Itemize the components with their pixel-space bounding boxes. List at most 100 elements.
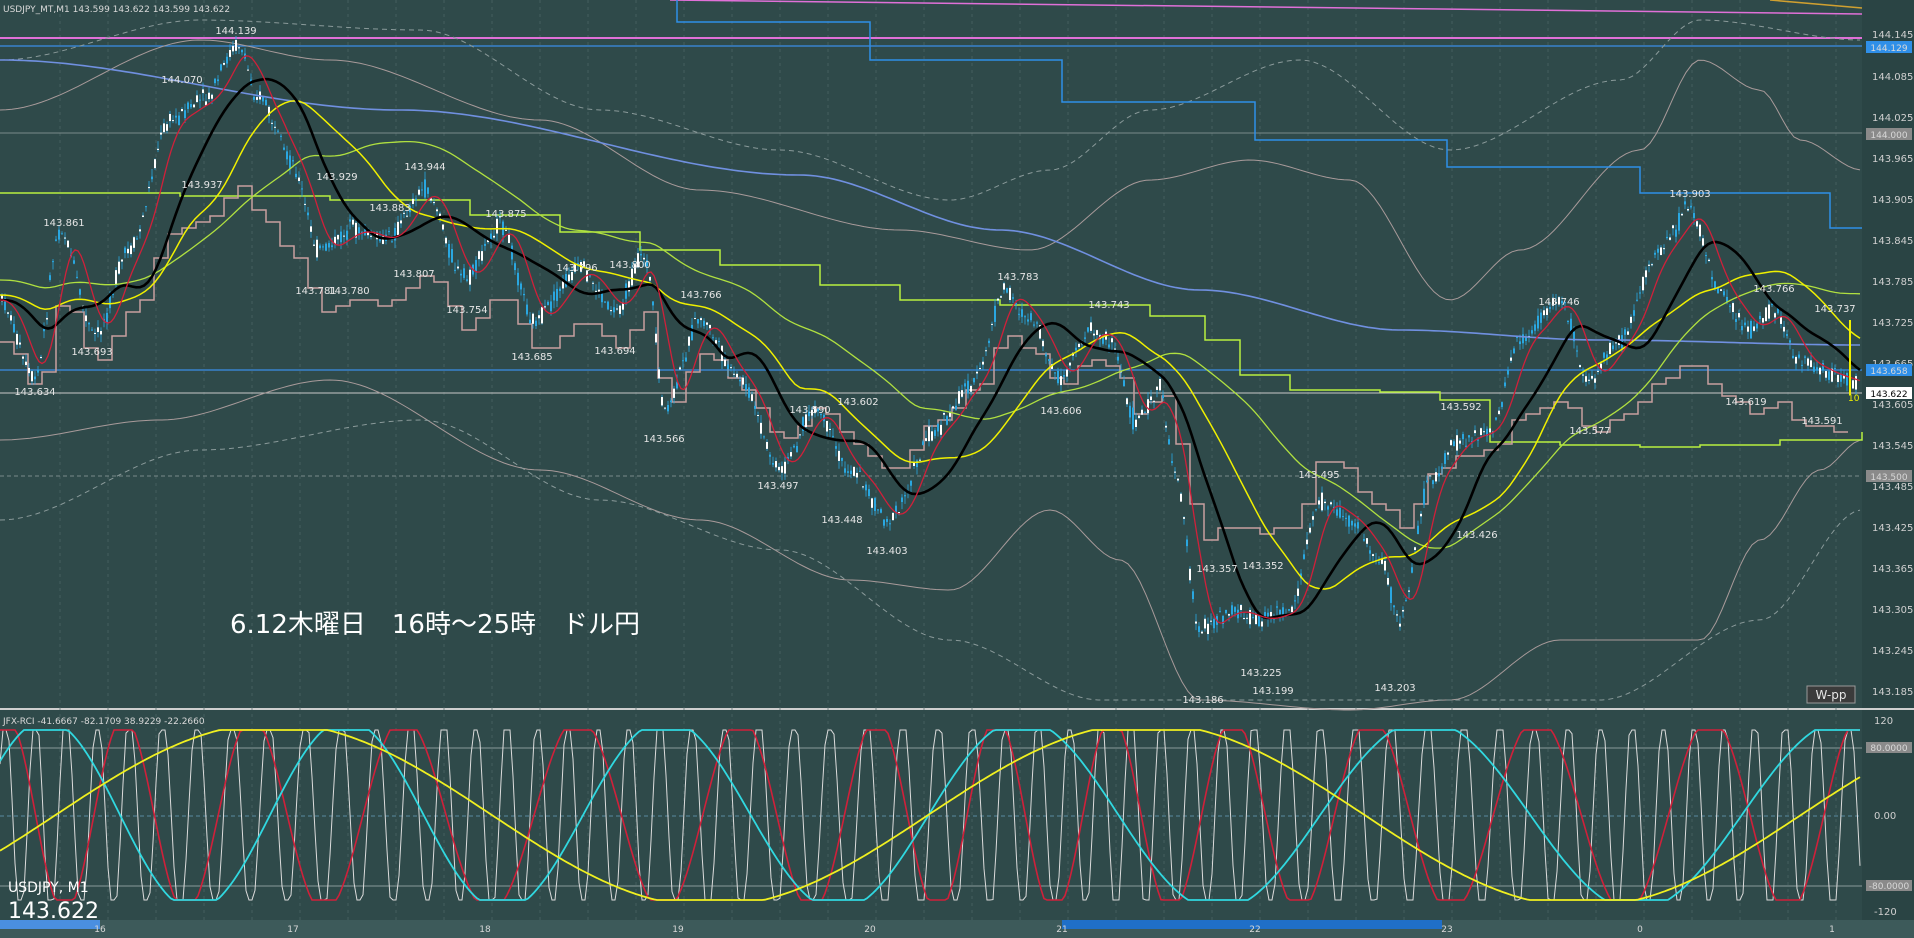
candle-body: [457, 266, 459, 269]
candle-body: [931, 431, 933, 441]
candle-body: [220, 64, 222, 71]
chart-canvas[interactable]: 144.139 144.070 143.861 143.937 143.929 …: [0, 0, 1914, 938]
candle-body: [1543, 310, 1545, 316]
candle-body: [835, 446, 837, 449]
price-tag-gray-500-text: 143.500: [1870, 473, 1907, 483]
candle-body: [751, 394, 753, 401]
candle-body: [1207, 623, 1209, 635]
candle-body: [673, 388, 675, 398]
candle-body: [97, 327, 99, 333]
candle-body: [532, 313, 534, 324]
candle-body: [772, 462, 774, 465]
price-tag-blue-top-text: 144.129: [1870, 44, 1907, 54]
price-label: 143.403: [866, 546, 907, 557]
candle-body: [1540, 312, 1542, 323]
candle-body: [307, 212, 309, 216]
candle-body: [1135, 419, 1137, 428]
candle-body: [1354, 523, 1356, 527]
price-axis-label: 144.025: [1872, 113, 1913, 124]
candle-body: [1753, 326, 1755, 331]
rci-axis-label: 120: [1874, 716, 1893, 727]
candle-body: [493, 235, 495, 238]
candle-body: [148, 186, 150, 189]
candle-body: [1801, 364, 1803, 366]
candle-body: [832, 435, 834, 437]
candle-body: [142, 215, 144, 217]
candle-body: [739, 379, 741, 382]
candle-body: [292, 160, 294, 162]
candle-body: [517, 272, 519, 286]
price-label: 143.602: [837, 397, 878, 408]
candle-body: [1603, 352, 1605, 358]
price-tag-gray-144-text: 144.000: [1870, 131, 1907, 141]
candle-body: [868, 489, 870, 497]
price-axis-label: 143.905: [1872, 195, 1913, 206]
candle-body: [1696, 221, 1698, 227]
candle-body: [1036, 322, 1038, 324]
candle-body: [1783, 326, 1785, 332]
time-axis-label: 21: [1056, 925, 1067, 935]
candle-body: [1195, 621, 1197, 624]
candle-body: [1192, 591, 1194, 600]
candle-body: [1276, 606, 1278, 608]
price-label: 143.807: [393, 269, 434, 280]
candle-body: [418, 189, 420, 195]
candle-body: [595, 290, 597, 292]
price-label: 143.737: [1814, 304, 1855, 315]
candle-body: [1594, 378, 1596, 383]
candle-body: [736, 373, 738, 378]
candle-body: [1084, 337, 1086, 339]
candle-body: [1108, 344, 1110, 348]
candle-body: [1252, 616, 1254, 618]
candle-body: [937, 424, 939, 432]
candle-body: [943, 413, 945, 415]
candle-body: [94, 332, 96, 334]
candle-body: [421, 189, 423, 191]
candle-body: [1174, 471, 1176, 473]
candle-body: [1168, 439, 1170, 445]
candle-body: [1480, 428, 1482, 435]
candle-body: [310, 226, 312, 232]
candle-body: [997, 298, 999, 301]
candle-body: [973, 378, 975, 383]
candle-body: [505, 229, 507, 231]
candle-body: [1150, 396, 1152, 401]
candle-body: [7, 312, 9, 314]
price-axis-label: 143.485: [1872, 482, 1913, 493]
price-label: 143.566: [643, 434, 684, 445]
candle-body: [1468, 435, 1470, 438]
candle-body: [10, 315, 12, 321]
candle-body: [55, 239, 57, 241]
candle-body: [889, 523, 891, 525]
candle-body: [1444, 453, 1446, 464]
candle-body: [1045, 354, 1047, 357]
chart-title: USDJPY_MT,M1 143.599 143.622 143.599 143…: [3, 5, 230, 15]
candle-body: [19, 342, 21, 345]
candle-body: [667, 405, 669, 412]
candle-body: [28, 367, 30, 374]
wpp-button[interactable]: W-pp: [1806, 685, 1856, 704]
candle-body: [178, 115, 180, 125]
candle-body: [1735, 319, 1737, 322]
candle-body: [862, 486, 864, 488]
candle-body: [1498, 410, 1500, 415]
candle-body: [661, 396, 663, 406]
candle-body: [1702, 238, 1704, 246]
candle-body: [1291, 606, 1293, 613]
candle-body: [991, 323, 993, 325]
candle-body: [1111, 338, 1113, 343]
candle-body: [40, 356, 42, 358]
candle-body: [1075, 347, 1077, 351]
candle-body: [1795, 356, 1797, 364]
candle-body: [1327, 506, 1329, 510]
price-label: 143.766: [1753, 284, 1794, 295]
candle-body: [541, 307, 543, 324]
candle-body: [1516, 336, 1518, 338]
candle-body: [49, 275, 51, 280]
candle-body: [631, 268, 633, 286]
candle-body: [856, 472, 858, 478]
candle-body: [1648, 264, 1650, 266]
candle-body: [1747, 326, 1749, 332]
candle-body: [844, 468, 846, 473]
candle-body: [211, 94, 213, 99]
